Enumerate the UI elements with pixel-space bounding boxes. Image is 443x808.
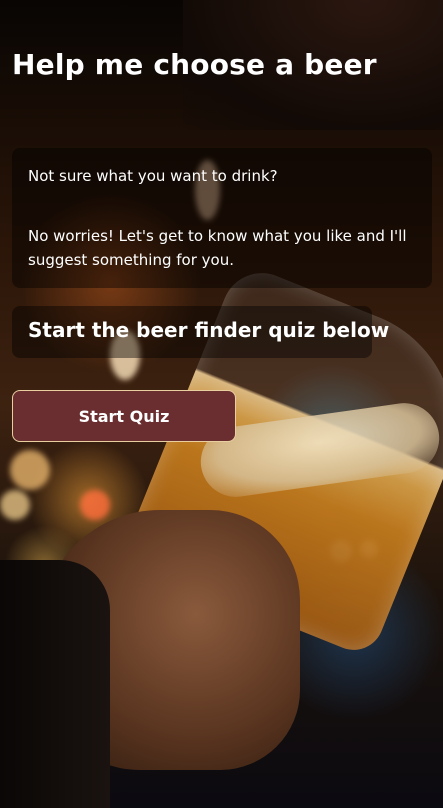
quiz-heading-card: Start the beer finder quiz below [12,306,389,358]
intro-text: No worries! Let's get to know what you l… [28,227,407,269]
sleeve [0,560,110,808]
intro-question: Not sure what you want to drink? [28,167,278,185]
bokeh-light [10,450,50,490]
quiz-heading: Start the beer finder quiz below [28,318,390,342]
start-quiz-button[interactable]: Start Quiz [12,390,236,442]
bokeh-light [0,490,30,520]
page-title: Help me choose a beer [12,48,377,81]
bokeh-light [80,490,110,520]
intro-card: Not sure what you want to drink? No worr… [12,148,432,288]
